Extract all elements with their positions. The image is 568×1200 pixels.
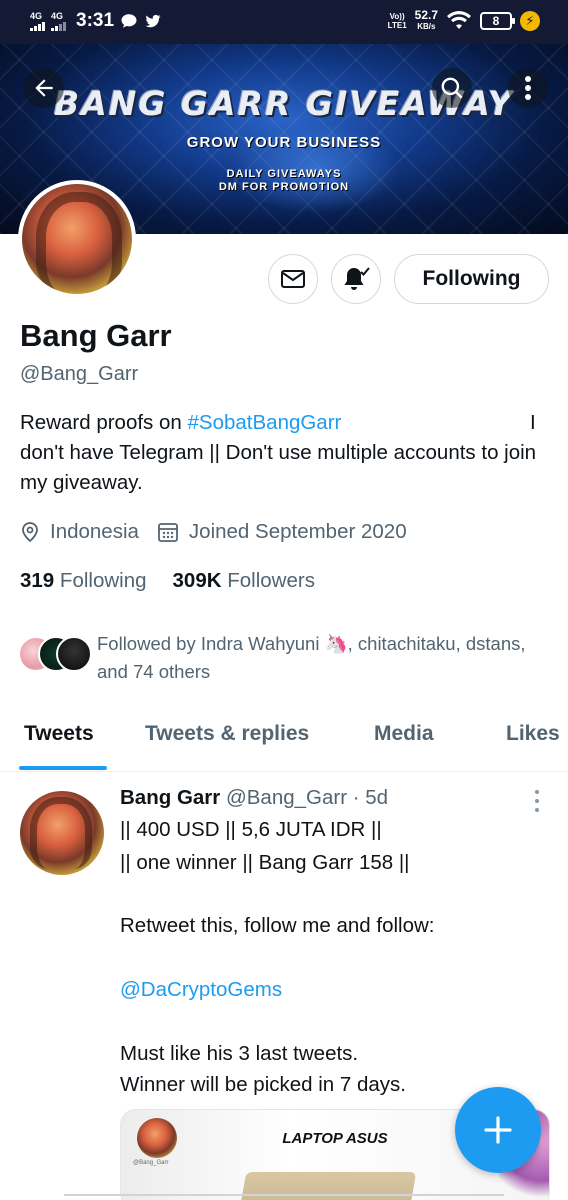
twitter-notification-icon — [145, 14, 161, 28]
banner-line-1: DAILY GIVEAWAYS — [226, 168, 342, 180]
tweet-mention-link[interactable]: @DaCryptoGems — [120, 978, 282, 1002]
tab-likes[interactable]: Likes — [506, 722, 560, 746]
volte-indicator: Vo)) LTE1 — [388, 12, 407, 30]
status-time: 3:31 — [76, 10, 115, 31]
tweet-more-button[interactable] — [527, 788, 547, 814]
speed-unit: KB/s — [417, 22, 436, 31]
compose-tweet-button[interactable] — [455, 1087, 541, 1173]
signal-icon-2: 4G — [51, 10, 66, 31]
mail-icon — [281, 270, 305, 288]
active-tab-indicator — [19, 766, 107, 770]
location-item: Indonesia — [20, 520, 139, 544]
status-left: 4G 4G 3:31 — [30, 10, 162, 32]
status-right: Vo)) LTE1 52.7 KB/s 8 ⚡ — [388, 9, 540, 33]
wifi-icon — [447, 11, 471, 29]
gesture-bar — [64, 1194, 504, 1196]
battery-icon: 8 — [480, 12, 515, 30]
profile-meta: Indonesia Joined September 2020 — [20, 520, 425, 544]
speed-value: 52.7 — [414, 8, 438, 22]
bell-icon — [344, 267, 370, 290]
location-icon — [22, 522, 38, 543]
volte-top: Vo)) — [389, 12, 405, 21]
profile-bio: Reward proofs on #SobatBangGarr don't hav… — [20, 408, 550, 498]
back-button[interactable] — [24, 68, 64, 108]
search-button[interactable] — [432, 68, 472, 108]
profile-avatar[interactable] — [18, 180, 136, 298]
followed-by-text: Followed by Indra Wahyuni 🦄, chitachitak… — [97, 633, 526, 682]
tweet-author-name[interactable]: Bang Garr — [120, 786, 220, 809]
tweet-header: Bang Garr @Bang_Garr · 5d — [120, 786, 388, 810]
chat-notification-icon — [121, 14, 137, 28]
followers-label: Followers — [227, 569, 315, 592]
bio-rest: don't have Telegram || Don't use multipl… — [20, 441, 537, 494]
profile-name: Bang Garr — [20, 318, 172, 353]
tweet-avatar-hair — [30, 797, 92, 869]
bio-prefix: Reward proofs on — [20, 411, 188, 434]
network-type-2: 4G — [51, 10, 64, 21]
location-text: Indonesia — [50, 520, 139, 543]
more-vertical-icon — [525, 76, 531, 100]
following-count: 319 — [20, 569, 55, 592]
bio-pipe: I — [530, 411, 536, 434]
signal-icon: 4G — [30, 10, 45, 31]
avatar-hair-shape — [36, 192, 122, 292]
following-count-link[interactable]: 319 Following — [20, 569, 147, 593]
tweet-time: · 5d — [352, 786, 389, 809]
joined-item: Joined September 2020 — [157, 520, 407, 544]
follow-counts: 319 Following 309K Followers — [20, 569, 315, 593]
tab-tweets[interactable]: Tweets — [24, 722, 94, 746]
message-button[interactable] — [268, 254, 318, 304]
more-options-button[interactable] — [508, 68, 548, 108]
tab-media[interactable]: Media — [374, 722, 434, 746]
following-label: Following — [59, 569, 147, 592]
tab-tweets-replies[interactable]: Tweets & replies — [145, 722, 309, 746]
profile-handle: @Bang_Garr — [20, 363, 139, 385]
banner-subtitle: GROW YOUR BUSINESS — [186, 134, 382, 151]
battery-level: 8 — [492, 14, 500, 28]
follower-avatar-3 — [56, 636, 92, 672]
compose-plus-icon — [484, 1116, 512, 1144]
calendar-icon — [158, 523, 178, 542]
followers-count-link[interactable]: 309K Followers — [173, 569, 315, 593]
tweet-author-handle: @Bang_Garr — [225, 786, 348, 809]
network-type-1: 4G — [30, 10, 43, 21]
tweet-line: || 400 USD || 5,6 JUTA IDR || — [120, 818, 382, 841]
profile-tabs: Tweets Tweets & replies Media Likes — [0, 712, 568, 772]
back-arrow-icon — [35, 79, 53, 97]
banner-title: BANG GARR GIVEAWAY — [54, 84, 514, 123]
search-icon — [441, 77, 463, 99]
notifications-button[interactable] — [331, 254, 381, 304]
status-bar: 4G 4G 3:31 Vo)) LTE1 52.7 KB/s 8 ⚡ — [0, 0, 568, 44]
tweet-line: Winner will be picked in 7 days. — [120, 1073, 406, 1096]
following-button[interactable]: Following — [394, 254, 549, 304]
volte-bottom: LTE1 — [387, 21, 407, 30]
charging-icon: ⚡ — [520, 11, 540, 31]
tweet-avatar[interactable] — [20, 791, 104, 875]
followed-by[interactable]: Followed by Indra Wahyuni 🦄, chitachitak… — [18, 630, 558, 686]
media-handle: @Bang_Garr — [133, 1160, 169, 1166]
followers-count: 309K — [172, 569, 222, 592]
tweet-line: || one winner || Bang Garr 158 || — [120, 851, 410, 874]
network-speed: 52.7 KB/s — [415, 9, 438, 33]
joined-text: Joined September 2020 — [188, 520, 407, 543]
bio-hashtag-link[interactable]: #SobatBangGarr — [188, 411, 342, 434]
tweet-line: Retweet this, follow me and follow: — [120, 914, 435, 937]
tweet-line: Must like his 3 last tweets. — [120, 1042, 359, 1065]
